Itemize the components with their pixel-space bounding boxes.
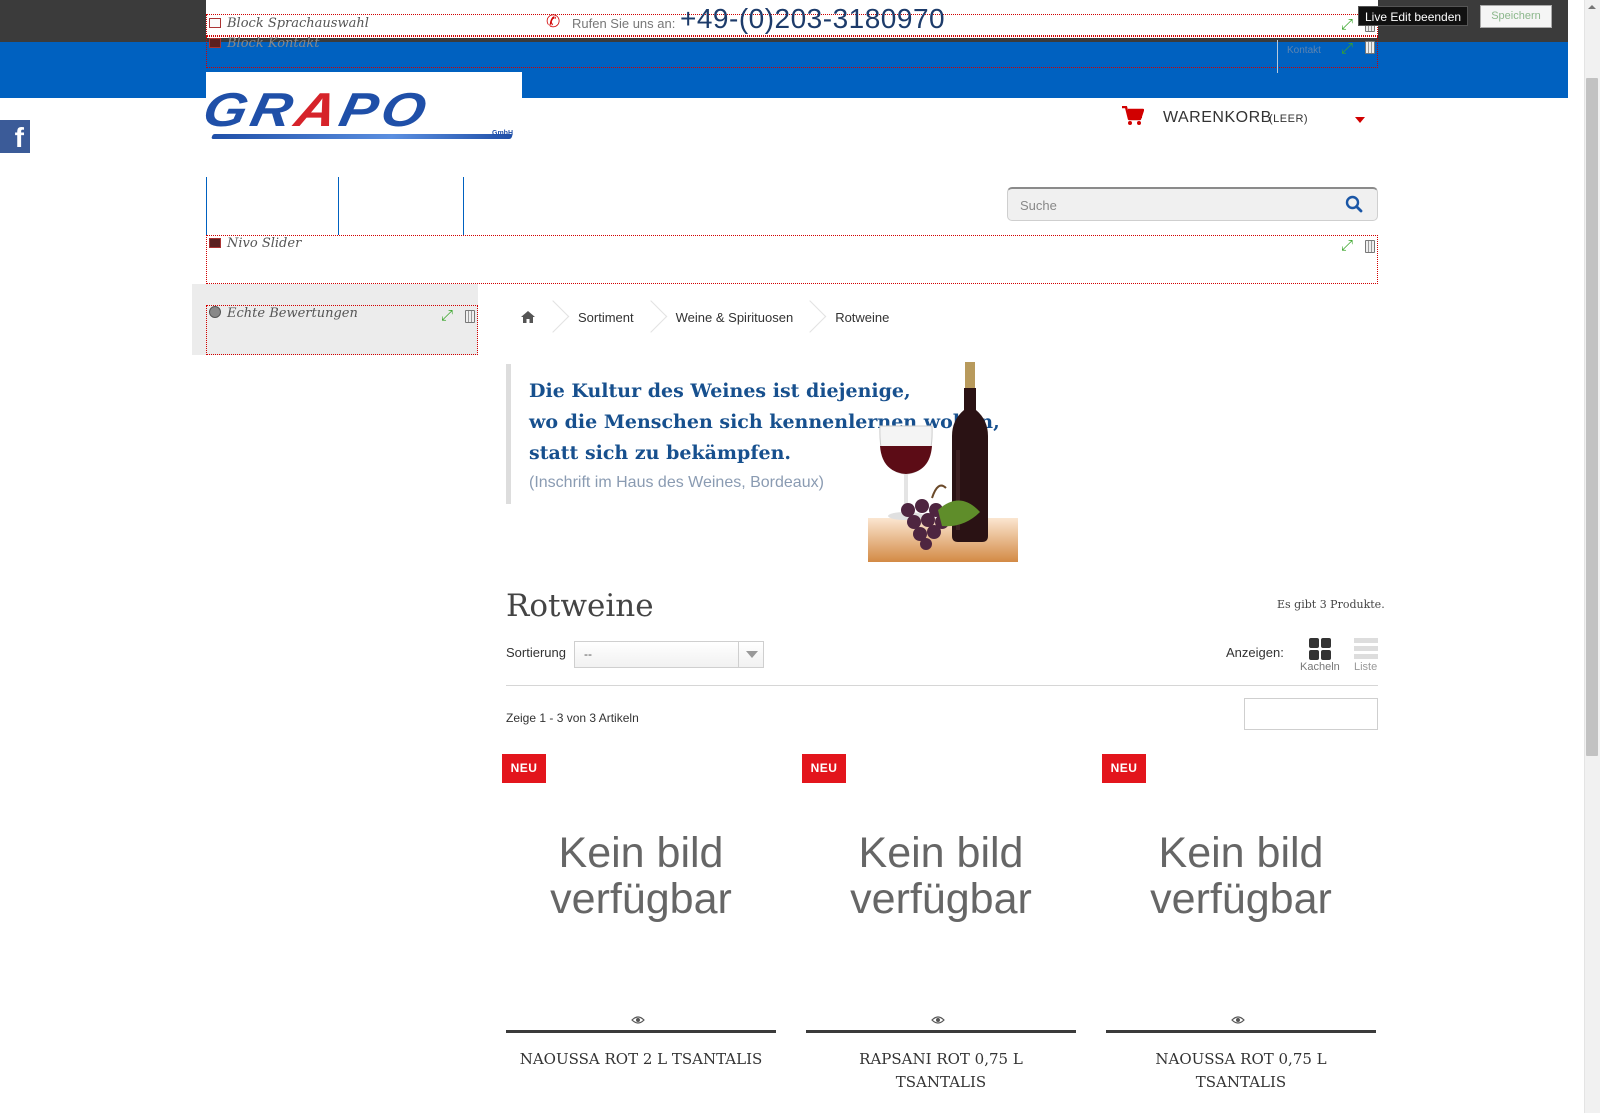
grapo-logo[interactable]: GRAPO: [198, 82, 435, 137]
view-label: Anzeigen:: [1226, 645, 1284, 660]
breadcrumb-separator: [648, 300, 662, 334]
nivo-slider-label: Nivo Slider: [209, 236, 301, 251]
card-divider: [806, 1030, 1076, 1033]
search-input[interactable]: [1020, 195, 1320, 215]
cart-dropdown-caret[interactable]: [1355, 117, 1365, 123]
category-title: Rotweine: [506, 588, 654, 624]
scroll-up-arrow-icon[interactable]: [1586, 0, 1598, 14]
new-badge: NEU: [502, 754, 546, 783]
showing-count: Zeige 1 - 3 von 3 Artikeln: [506, 711, 639, 725]
product-card[interactable]: NEU Kein bild verfügbar RAPSANI ROT 0,75 …: [802, 754, 1076, 1113]
breadcrumb: Sortiment Weine & Spirituosen Rotweine: [506, 300, 903, 334]
product-card[interactable]: NEU Kein bild verfügbar NAOUSSA ROT 0,75 …: [1102, 754, 1376, 1113]
product-name[interactable]: NAOUSSA ROT 0,75 L TSANTALIS: [1106, 1048, 1376, 1094]
quote-line: Die Kultur des Weines ist diejenige,: [529, 380, 911, 402]
compare-box[interactable]: [1244, 698, 1378, 730]
breadcrumb-item-weine-spirituosen[interactable]: Weine & Spirituosen: [662, 300, 808, 334]
phone-icon: ✆: [546, 12, 561, 32]
home-icon[interactable]: [520, 310, 536, 324]
nav-separator: [338, 177, 339, 235]
card-divider: [506, 1030, 776, 1033]
no-image-placeholder[interactable]: Kein bild verfügbar: [1106, 830, 1376, 922]
phone-label: Rufen Sie uns an:: [572, 16, 676, 31]
search-icon[interactable]: [1345, 195, 1363, 213]
product-name[interactable]: NAOUSSA ROT 2 L TSANTALIS: [506, 1048, 776, 1071]
trash-icon[interactable]: [1365, 240, 1375, 253]
cart-status: (LEER): [1269, 113, 1309, 125]
nivo-slider-module[interactable]: [206, 235, 1378, 284]
quick-view-eye-icon[interactable]: [931, 1015, 945, 1025]
expand-icon[interactable]: [441, 306, 457, 324]
logo-swoosh: [211, 134, 513, 139]
quote-bar: [506, 364, 511, 504]
no-image-placeholder[interactable]: Kein bild verfügbar: [506, 830, 776, 922]
kontakt-link[interactable]: Kontakt: [1287, 45, 1321, 56]
language-block-label: Block Sprachauswahl: [209, 16, 369, 31]
grid-view-icon[interactable]: [1309, 638, 1331, 660]
save-button[interactable]: Speichern: [1480, 5, 1552, 28]
reviews-label: Echte Bewertungen: [209, 306, 358, 321]
contact-block-module[interactable]: Block Kontakt: [206, 36, 1378, 68]
trash-icon[interactable]: [465, 310, 475, 323]
quote-source: (Inschrift im Haus des Weines, Bordeaux): [529, 474, 824, 491]
product-name[interactable]: RAPSANI ROT 0,75 L TSANTALIS: [806, 1048, 1076, 1094]
list-view-icon[interactable]: [1354, 638, 1378, 660]
card-divider: [1106, 1030, 1376, 1033]
list-view-label[interactable]: Liste: [1354, 661, 1377, 673]
module-icon: [209, 18, 221, 28]
cart-label[interactable]: WARENKORB: [1163, 109, 1272, 127]
header-divider: [1277, 40, 1278, 73]
phone-number[interactable]: +49-(0)203-3180970: [680, 3, 945, 35]
expand-icon[interactable]: [1341, 236, 1357, 254]
chevron-down-icon[interactable]: [738, 642, 763, 667]
search-box[interactable]: [1007, 187, 1378, 221]
module-icon: [209, 306, 221, 318]
breadcrumb-separator: [807, 300, 821, 334]
new-badge: NEU: [1102, 754, 1146, 783]
sort-select[interactable]: --: [574, 641, 764, 668]
sort-label: Sortierung: [506, 645, 566, 660]
quick-view-eye-icon[interactable]: [1231, 1015, 1245, 1025]
quote-line: statt sich zu bekämpfen.: [529, 442, 792, 464]
end-live-edit-button[interactable]: Live Edit beenden: [1358, 6, 1469, 26]
scrollbar-thumb[interactable]: [1586, 78, 1598, 756]
quick-view-eye-icon[interactable]: [631, 1015, 645, 1025]
nav-separator: [463, 177, 464, 235]
breadcrumb-item-rotweine: Rotweine: [835, 309, 890, 325]
facebook-icon[interactable]: f: [0, 120, 30, 153]
expand-icon[interactable]: [1341, 39, 1357, 57]
module-icon: [209, 38, 221, 48]
nav-separator: [206, 177, 207, 235]
logo-suffix: GmbH: [492, 130, 513, 137]
shopping-cart-icon[interactable]: [1122, 106, 1144, 126]
product-card[interactable]: NEU Kein bild verfügbar NAOUSSA ROT 2 L T…: [502, 754, 776, 1113]
grid-view-label[interactable]: Kacheln: [1300, 661, 1340, 673]
contact-block-label: Block Kontakt: [209, 36, 319, 51]
sort-select-value: --: [584, 647, 592, 661]
no-image-placeholder[interactable]: Kein bild verfügbar: [806, 830, 1076, 922]
product-count: Es gibt 3 Produkte.: [1277, 598, 1385, 611]
wine-bottle-image: [868, 362, 1018, 562]
new-badge: NEU: [802, 754, 846, 783]
toolbar-divider: [506, 685, 1378, 686]
module-icon: [209, 238, 221, 248]
expand-icon[interactable]: [1341, 15, 1357, 33]
trash-icon[interactable]: [1365, 41, 1375, 54]
breadcrumb-separator: [550, 300, 564, 334]
